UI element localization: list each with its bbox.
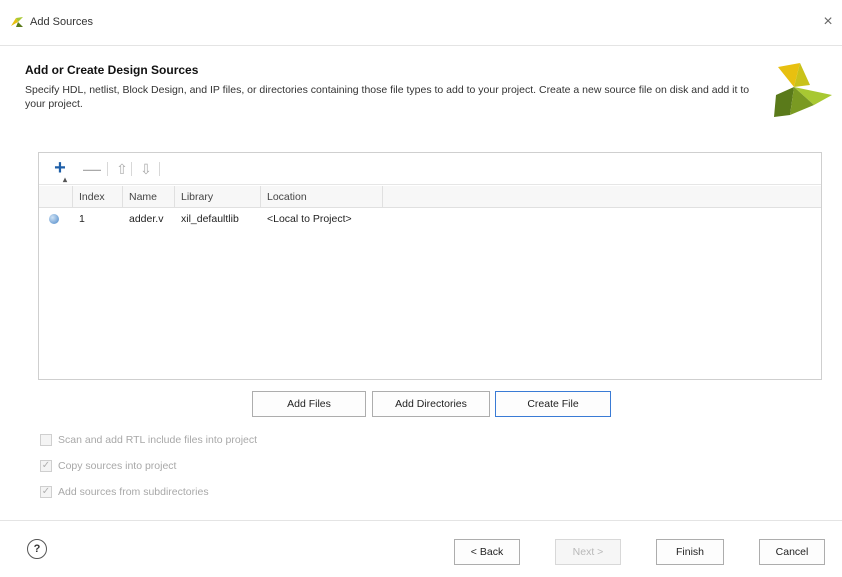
arrow-down-icon: ⇩: [140, 161, 152, 177]
index-cell: 1: [79, 213, 85, 225]
arrow-up-icon: ⇧: [116, 161, 128, 177]
page-description: Specify HDL, netlist, Block Design, and …: [25, 84, 750, 110]
add-source-button[interactable]: + ▴: [49, 157, 71, 184]
column-header-name[interactable]: Name: [123, 186, 175, 208]
move-up-button[interactable]: ⇧: [111, 157, 133, 181]
add-files-button[interactable]: Add Files: [252, 391, 366, 417]
create-file-button[interactable]: Create File: [495, 391, 611, 417]
toolbar-divider: [131, 162, 132, 176]
name-cell: adder.v: [129, 213, 164, 225]
status-cell: [39, 209, 73, 229]
add-directories-button[interactable]: Add Directories: [372, 391, 490, 417]
close-button[interactable]: ×: [818, 12, 838, 32]
library-cell[interactable]: xil_defaultlib: [175, 209, 261, 229]
add-subdirectories-label: Add sources from subdirectories: [58, 486, 209, 498]
next-button[interactable]: Next >: [555, 539, 621, 565]
toolbar-divider: [107, 162, 108, 176]
window-title: Add Sources: [30, 16, 93, 28]
column-header-library[interactable]: Library: [175, 186, 261, 208]
sources-table-panel: + ▴ — ⇧ ⇩ Index Name Library Location 1 …: [38, 152, 822, 380]
column-header-status: [39, 186, 73, 208]
scan-rtl-checkbox[interactable]: [40, 434, 52, 446]
finish-button[interactable]: Finish: [656, 539, 724, 565]
help-icon[interactable]: ?: [27, 539, 47, 559]
toolbar-divider: [159, 162, 160, 176]
page-title: Add or Create Design Sources: [25, 63, 199, 77]
move-down-button[interactable]: ⇩: [135, 157, 157, 181]
cancel-button[interactable]: Cancel: [759, 539, 825, 565]
table-toolbar: + ▴ — ⇧ ⇩: [39, 153, 821, 185]
scan-rtl-label: Scan and add RTL include files into proj…: [58, 434, 258, 446]
table-row[interactable]: 1 adder.v xil_defaultlib <Local to Proje…: [39, 209, 821, 229]
column-header-location[interactable]: Location: [261, 186, 383, 208]
vivado-app-icon: [11, 17, 23, 27]
copy-sources-checkbox[interactable]: ✓: [40, 460, 52, 472]
back-button[interactable]: < Back: [454, 539, 520, 565]
location-cell: <Local to Project>: [267, 213, 352, 225]
copy-sources-label: Copy sources into project: [58, 460, 177, 472]
wizard-footer: ? < Back Next > Finish Cancel: [0, 520, 842, 577]
column-header-index[interactable]: Index: [73, 186, 123, 208]
vivado-logo-icon: [774, 63, 832, 117]
wizard-header: Add or Create Design Sources Specify HDL…: [0, 47, 842, 135]
add-subdirectories-checkbox[interactable]: ✓: [40, 486, 52, 498]
file-status-icon: [49, 214, 59, 224]
table-header: Index Name Library Location: [39, 186, 821, 208]
title-bar: Add Sources ×: [0, 0, 842, 46]
minus-icon: —: [83, 159, 101, 179]
remove-source-button[interactable]: —: [81, 157, 103, 181]
